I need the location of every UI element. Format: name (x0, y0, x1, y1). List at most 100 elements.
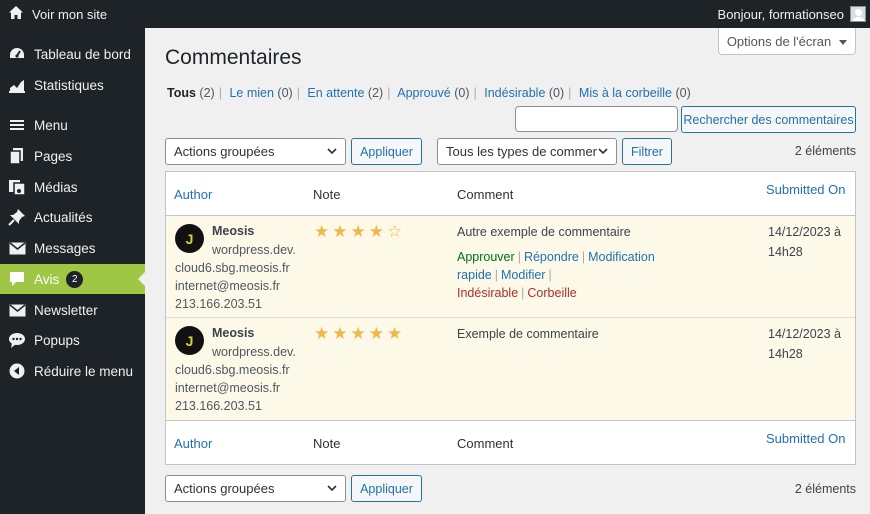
column-author[interactable]: Author (174, 187, 212, 202)
filter-mine[interactable]: Le mien (229, 86, 273, 100)
menu-lines-icon (8, 116, 26, 134)
sidebar-item-popups[interactable]: Popups (0, 325, 145, 355)
bulk-actions-value: Actions groupées (174, 144, 275, 159)
star-filled-icon: ★ (350, 222, 366, 241)
search-comments-button[interactable]: Rechercher des commentaires (681, 106, 856, 133)
comment-text: Exemple de commentaire (457, 327, 599, 341)
author-url[interactable]: wordpress.dev. (212, 243, 296, 257)
approve-link[interactable]: Approuver (457, 250, 515, 264)
filter-button[interactable]: Filtrer (622, 138, 672, 165)
star-filled-icon: ★ (387, 324, 403, 343)
view-site-link[interactable]: Voir mon site (8, 0, 107, 28)
chevron-down-icon (326, 145, 338, 160)
home-icon (8, 5, 24, 24)
dashboard-icon (8, 45, 26, 63)
star-empty-icon: ☆ (387, 222, 403, 241)
screen-options-label: Options de l'écran (726, 33, 832, 49)
comment-type-select[interactable]: Tous les types de comment (437, 138, 617, 165)
sidebar-item-label: Menu (34, 117, 68, 133)
sidebar-item-label: Tableau de bord (34, 46, 131, 62)
star-filled-icon: ★ (314, 222, 330, 241)
submitted-date: 14/12/2023 à 14h28 (768, 324, 841, 364)
items-count-bottom: 2 éléments (794, 482, 856, 496)
spam-link[interactable]: Indésirable (457, 286, 518, 300)
sidebar-item-label: Médias (34, 179, 78, 195)
collapse-icon (8, 362, 26, 380)
chart-icon (8, 76, 26, 94)
main-content: Options de l'écran Commentaires Tous (2)… (145, 28, 870, 514)
author-ip[interactable]: 213.166.203.51 (175, 399, 262, 413)
sidebar-item-reviews[interactable]: Avis 2 (0, 264, 145, 294)
star-filled-icon: ★ (368, 222, 384, 241)
column-note-footer: Note (313, 436, 341, 451)
filter-spam[interactable]: Indésirable (484, 86, 545, 100)
chevron-down-icon (597, 145, 609, 160)
filter-count: (0) (675, 86, 691, 100)
star-rating: ★ ★ ★ ★ ☆ (314, 223, 402, 240)
sidebar-item-dashboard[interactable]: Tableau de bord (0, 39, 145, 69)
star-filled-icon: ★ (368, 324, 384, 343)
admin-sidebar: Tableau de bord Statistiques Menu Pages … (0, 28, 145, 514)
filter-pending[interactable]: En attente (307, 86, 364, 100)
table-row: J Meosis wordpress.dev. cloud6.sbg.meosi… (166, 318, 855, 420)
author-name: Meosis (212, 326, 255, 340)
mail-icon (8, 301, 26, 319)
column-submitted-on-footer[interactable]: Submitted On (766, 431, 846, 446)
sidebar-item-media[interactable]: Médias (0, 172, 145, 202)
author-url[interactable]: cloud6.sbg.meosis.fr (175, 261, 290, 275)
collapse-menu-button[interactable]: Réduire le menu (0, 356, 145, 386)
sidebar-item-stats[interactable]: Statistiques (0, 70, 145, 100)
filter-approved[interactable]: Approuvé (397, 86, 451, 100)
greeting-text: Bonjour, formationseo (717, 6, 844, 22)
sidebar-item-label: Avis (34, 271, 60, 287)
pending-count-badge: 2 (66, 270, 84, 288)
sidebar-item-newsletter[interactable]: Newsletter (0, 295, 145, 325)
reply-link[interactable]: Répondre (524, 250, 579, 264)
author-url[interactable]: cloud6.sbg.meosis.fr (175, 363, 290, 377)
user-avatar-icon (850, 6, 866, 22)
author-ip[interactable]: 213.166.203.51 (175, 297, 262, 311)
column-comment: Comment (457, 187, 514, 202)
avatar: J (175, 224, 204, 253)
bulk-actions-select[interactable]: Actions groupées (165, 138, 346, 165)
apply-button-bottom[interactable]: Appliquer (351, 475, 422, 502)
star-filled-icon: ★ (314, 324, 330, 343)
sidebar-item-news[interactable]: Actualités (0, 202, 145, 232)
chevron-down-icon (326, 482, 338, 497)
avatar: J (175, 326, 204, 355)
filter-trash[interactable]: Mis à la corbeille (579, 86, 672, 100)
author-name: Meosis (212, 224, 255, 238)
filter-count: (0) (277, 86, 293, 100)
comment-type-value: Tous les types de comment (446, 144, 604, 159)
search-input[interactable] (515, 106, 678, 132)
sidebar-item-pages[interactable]: Pages (0, 141, 145, 171)
comment-icon (8, 270, 26, 288)
pin-icon (8, 208, 26, 226)
author-email[interactable]: internet@meosis.fr (175, 381, 280, 395)
author-email[interactable]: internet@meosis.fr (175, 279, 280, 293)
filter-all[interactable]: Tous (167, 86, 196, 100)
trash-link[interactable]: Corbeille (527, 286, 576, 300)
filter-count: (0) (548, 86, 565, 100)
bulk-actions-select-bottom[interactable]: Actions groupées (165, 475, 346, 502)
sidebar-item-label: Messages (34, 240, 96, 256)
column-note: Note (313, 187, 341, 202)
sidebar-item-messages[interactable]: Messages (0, 233, 145, 263)
author-url[interactable]: wordpress.dev. (212, 345, 296, 359)
screen-options-button[interactable]: Options de l'écran (718, 28, 856, 55)
page-title: Commentaires (165, 46, 302, 69)
sidebar-item-label: Popups (34, 332, 80, 348)
edit-link[interactable]: Modifier (501, 268, 545, 282)
sidebar-item-menu[interactable]: Menu (0, 110, 145, 140)
bulk-actions-value: Actions groupées (174, 481, 275, 496)
column-submitted-on[interactable]: Submitted On (766, 182, 846, 197)
pages-icon (8, 147, 26, 165)
footer-divider (166, 420, 855, 421)
apply-button[interactable]: Appliquer (351, 138, 422, 165)
comment-text: Autre exemple de commentaire (457, 225, 631, 239)
sidebar-item-label: Réduire le menu (34, 363, 134, 379)
items-count: 2 éléments (794, 144, 856, 158)
column-author-footer[interactable]: Author (174, 436, 212, 451)
time-line: 14h28 (768, 245, 803, 259)
account-menu[interactable]: Bonjour, formationseo (718, 0, 866, 28)
